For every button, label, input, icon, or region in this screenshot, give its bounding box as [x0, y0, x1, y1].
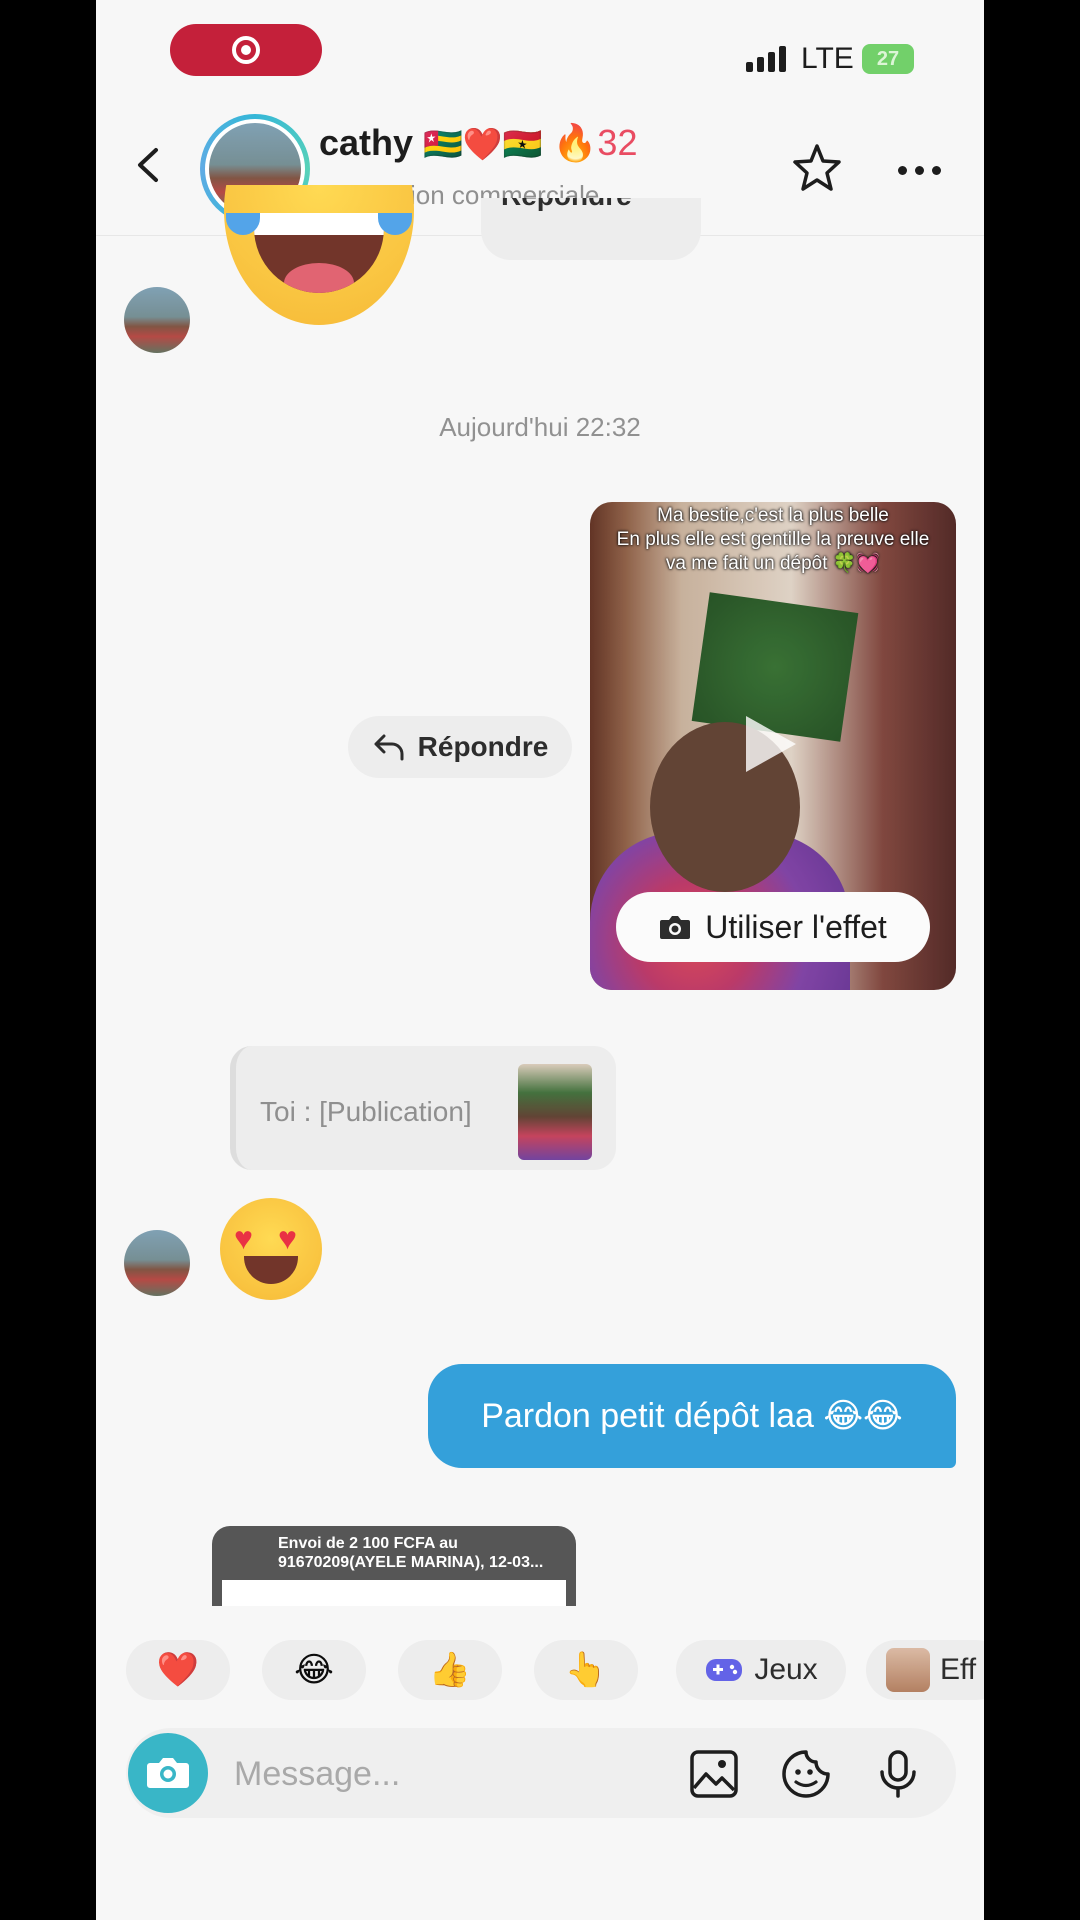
video-caption-line-1: Ma bestie,c'est la plus belle	[657, 505, 889, 526]
microphone-icon[interactable]	[872, 1748, 924, 1800]
record-icon	[232, 36, 260, 64]
video-caption: Ma bestie,c'est la plus belle En plus el…	[610, 504, 936, 576]
reply-icon	[374, 734, 404, 761]
use-effect-button[interactable]: Utiliser l'effet	[616, 892, 930, 962]
chat-screen: LTE 27 cathy 🇹🇬❤️🇬🇭 🔥32 Discussion comme…	[96, 0, 984, 1920]
shared-video-card[interactable]: Ma bestie,c'est la plus belle En plus el…	[590, 502, 956, 990]
effects-label: Eff	[940, 1653, 977, 1686]
more-icon[interactable]	[898, 166, 941, 175]
pointing-emoji: 👆	[564, 1651, 608, 1689]
back-icon[interactable]	[130, 146, 168, 184]
sent-message-text: Pardon petit dépôt laa 😂😂	[481, 1397, 903, 1435]
message-input[interactable]	[232, 1746, 656, 1802]
camera-button[interactable]	[128, 1733, 208, 1813]
battery-level: 27	[876, 47, 900, 70]
play-icon[interactable]	[740, 712, 800, 776]
reply-button[interactable]: Répondre	[348, 716, 572, 778]
star-icon[interactable]	[791, 142, 843, 194]
video-caption-line-2: En plus elle est gentille la preuve elle…	[616, 529, 930, 574]
status-bar: LTE 27	[96, 0, 984, 100]
avatar[interactable]	[124, 1230, 190, 1296]
quick-reaction-thumbs-up[interactable]: 👍	[398, 1640, 502, 1700]
quick-reaction-point[interactable]: 👆	[534, 1640, 638, 1700]
laughing-emoji-message	[224, 185, 414, 340]
timestamp: Aujourd'hui 22:32	[439, 412, 641, 442]
reply-button-partial[interactable]: Répondre	[481, 198, 701, 260]
thumbs-up-emoji: 👍	[428, 1651, 472, 1689]
laugh-emoji: 😂	[294, 1651, 334, 1689]
effect-thumbnail	[886, 1648, 930, 1692]
message-composer	[126, 1728, 956, 1818]
quick-reaction-heart[interactable]: ❤️	[126, 1640, 230, 1700]
games-label: Jeux	[754, 1653, 818, 1686]
receipt-image-message[interactable]: Envoi de 2 100 FCFA au 91670209(AYELE MA…	[212, 1526, 576, 1606]
use-effect-label: Utiliser l'effet	[705, 908, 887, 945]
heart-eyes-emoji-message: ♥ ♥	[220, 1198, 322, 1300]
heart-emoji: ❤️	[156, 1651, 200, 1689]
reply-label: Répondre	[417, 731, 549, 762]
sticker-icon[interactable]	[780, 1748, 832, 1800]
signal-icon	[746, 46, 786, 72]
image-icon[interactable]	[688, 1748, 740, 1800]
quoted-publication[interactable]: Toi : [Publication]	[230, 1046, 616, 1170]
contact-name-text: cathy	[319, 122, 414, 163]
camera-icon	[147, 1758, 189, 1788]
streak-badge: 🔥32	[552, 122, 638, 163]
quick-reaction-laugh[interactable]: 😂	[262, 1640, 366, 1700]
screen-record-pill[interactable]	[170, 24, 322, 76]
receipt-text: Envoi de 2 100 FCFA au 91670209(AYELE MA…	[278, 1535, 544, 1571]
network-label: LTE	[801, 42, 854, 75]
contact-name-emojis: 🇹🇬❤️🇬🇭	[423, 126, 543, 162]
quick-reactions-bar: ❤️ 😂 👍 👆 Jeux Eff	[96, 1640, 984, 1700]
battery-icon: 27	[862, 44, 914, 74]
camera-icon	[660, 916, 691, 939]
sent-message-bubble[interactable]: Pardon petit dépôt laa 😂😂	[428, 1364, 956, 1468]
quote-text: Toi : [Publication]	[260, 1096, 472, 1127]
games-icon	[706, 1659, 743, 1681]
reply-partial-label: Répondre	[501, 198, 632, 212]
avatar[interactable]	[124, 287, 190, 353]
games-button[interactable]: Jeux	[676, 1640, 846, 1700]
effects-button[interactable]: Eff	[866, 1640, 984, 1700]
quote-thumbnail	[518, 1064, 592, 1160]
contact-name[interactable]: cathy 🇹🇬❤️🇬🇭 🔥32	[319, 122, 637, 164]
